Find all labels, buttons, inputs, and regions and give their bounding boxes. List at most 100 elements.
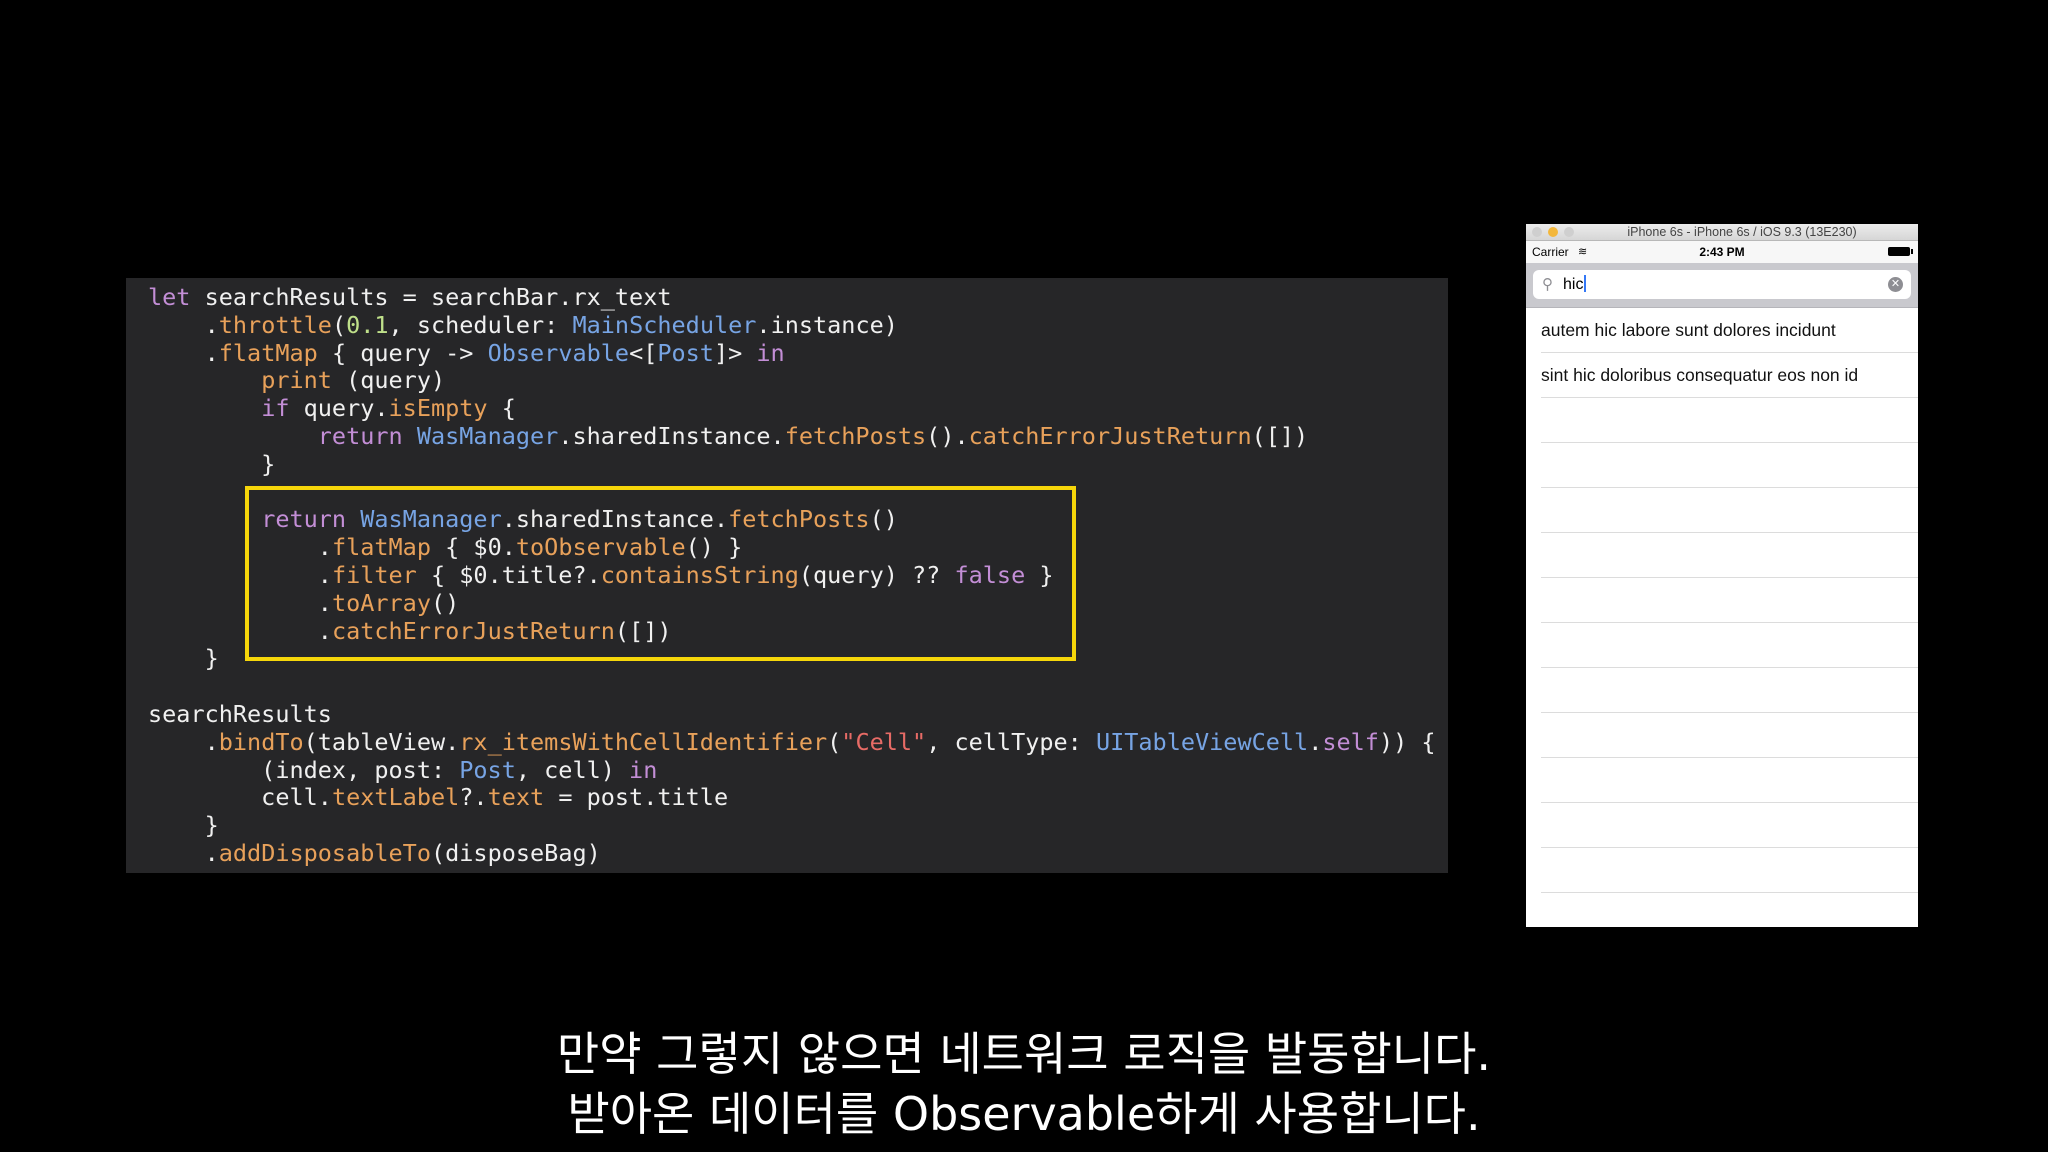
table-row[interactable] <box>1541 443 1918 488</box>
code-line: .throttle(0.1, scheduler: MainScheduler.… <box>148 310 1436 340</box>
window-close-button[interactable] <box>1532 227 1542 237</box>
code-token: fetchPosts <box>784 421 927 450</box>
code-token: { query -> <box>317 338 488 367</box>
window-maximize-button[interactable] <box>1564 227 1574 237</box>
code-token: . <box>148 727 219 756</box>
table-row[interactable] <box>1541 623 1918 668</box>
code-token: (query) <box>331 366 446 395</box>
code-token: (). <box>926 421 969 450</box>
simulator-title: iPhone 6s - iPhone 6s / iOS 9.3 (13E230) <box>1627 225 1857 239</box>
status-bar: Carrier ≋ 2:43 PM <box>1526 241 1918 263</box>
code-line: print (query) <box>148 366 1436 395</box>
subtitle-line-2: 받아온 데이터를 Observable하게 사용합니다. <box>567 1087 1481 1141</box>
simulator-window: iPhone 6s - iPhone 6s / iOS 9.3 (13E230)… <box>1526 224 1918 927</box>
search-input[interactable]: ⚲ hic ✕ <box>1533 270 1911 299</box>
battery-icon <box>1888 247 1913 256</box>
code-token: ?. <box>459 783 488 812</box>
code-token: let <box>148 283 191 311</box>
code-token: text <box>487 783 545 812</box>
code-token: addDisposableTo <box>218 838 431 867</box>
code-line: } <box>148 449 1436 479</box>
table-row[interactable] <box>1541 848 1918 893</box>
code-token: } <box>148 811 219 840</box>
table-row[interactable]: autem hic labore sunt dolores incidunt <box>1541 308 1918 353</box>
search-icon: ⚲ <box>1542 276 1553 293</box>
code-token: } <box>148 644 219 673</box>
code-token: { <box>487 394 516 423</box>
clear-icon[interactable]: ✕ <box>1888 277 1903 292</box>
table-row[interactable] <box>1541 398 1918 443</box>
search-input-value: hic <box>1563 276 1584 293</box>
subtitles: 만약 그렇지 않으면 네트워크 로직을 발동합니다. 받아온 데이터를 Obse… <box>0 1024 2048 1144</box>
code-line: searchResults <box>148 699 1436 729</box>
code-token: query. <box>289 394 389 423</box>
code-token: . <box>148 338 219 367</box>
code-token: (index, post: <box>148 755 460 784</box>
code-token: cell. <box>148 783 332 812</box>
code-token: } <box>148 449 276 478</box>
subtitle-line-1: 만약 그렇지 않으면 네트워크 로직을 발동합니다. <box>556 1027 1492 1081</box>
code-token: "Cell" <box>841 727 927 756</box>
code-token: rx_itemsWithCellIdentifier <box>459 727 828 756</box>
code-token: , cell) <box>515 755 630 784</box>
code-token: 0.1 <box>346 310 389 339</box>
table-row[interactable] <box>1541 713 1918 758</box>
code-line: .bindTo(tableView.rx_itemsWithCellIdenti… <box>148 727 1436 757</box>
code-token: flatMap <box>218 338 318 367</box>
code-token: Post <box>459 755 516 784</box>
code-token: return <box>317 421 403 450</box>
search-bar: ⚲ hic ✕ <box>1526 263 1918 308</box>
code-token: MainScheduler <box>572 310 757 339</box>
code-line: return WasManager.sharedInstance.fetchPo… <box>148 421 1436 451</box>
highlight-box <box>245 486 1076 661</box>
code-token: ( <box>331 310 347 339</box>
results-table[interactable]: autem hic labore sunt dolores incidunt si… <box>1526 308 1918 927</box>
code-line: let searchResults = searchBar.rx_text <box>148 283 1436 312</box>
code-token: ]> <box>713 338 757 367</box>
code-token: (tableView. <box>303 727 460 756</box>
code-token: .sharedInstance. <box>558 421 785 450</box>
table-row[interactable] <box>1541 578 1918 623</box>
code-token: searchResults <box>148 699 332 728</box>
code-token: self <box>1322 727 1379 756</box>
code-line: if query.isEmpty { <box>148 394 1436 423</box>
table-row[interactable] <box>1541 893 1918 927</box>
code-token: Post <box>657 338 714 367</box>
code-token: catchErrorJustReturn <box>968 421 1252 450</box>
simulator-titlebar[interactable]: iPhone 6s - iPhone 6s / iOS 9.3 (13E230) <box>1526 224 1918 241</box>
code-token: . <box>148 838 219 867</box>
code-token: in <box>629 755 658 784</box>
table-row[interactable] <box>1541 488 1918 533</box>
table-row[interactable] <box>1541 803 1918 848</box>
code-line: .addDisposableTo(disposeBag) <box>148 838 1436 868</box>
table-row[interactable] <box>1541 533 1918 578</box>
code-line: cell.textLabel?.text = post.title <box>148 783 1436 812</box>
code-token: , scheduler: <box>388 310 573 339</box>
table-row[interactable] <box>1541 668 1918 713</box>
code-token: if <box>261 394 290 423</box>
code-panel: let searchResults = searchBar.rx_text .t… <box>126 278 1448 873</box>
code-token: , cellType: <box>926 727 1096 756</box>
code-line: (index, post: Post, cell) in <box>148 755 1436 785</box>
code-token: isEmpty <box>388 394 488 423</box>
code-line: .flatMap { query -> Observable<[Post]> i… <box>148 338 1436 368</box>
window-minimize-button[interactable] <box>1548 227 1558 237</box>
code-token: <[ <box>629 338 658 367</box>
code-token: . <box>148 310 219 339</box>
code-token: searchResults = searchBar.rx_text <box>190 283 672 311</box>
code-token: UITableViewCell <box>1095 727 1309 756</box>
code-token: ( <box>827 727 842 756</box>
code-token: in <box>756 338 785 367</box>
code-token: Observable <box>487 338 630 367</box>
code-token: (disposeBag) <box>430 838 601 867</box>
code-token: bindTo <box>218 727 304 756</box>
table-row[interactable]: sint hic doloribus consequatur eos non i… <box>1541 353 1918 398</box>
code-token: throttle <box>218 310 332 339</box>
code-token: print <box>261 366 332 395</box>
table-row[interactable] <box>1541 758 1918 803</box>
